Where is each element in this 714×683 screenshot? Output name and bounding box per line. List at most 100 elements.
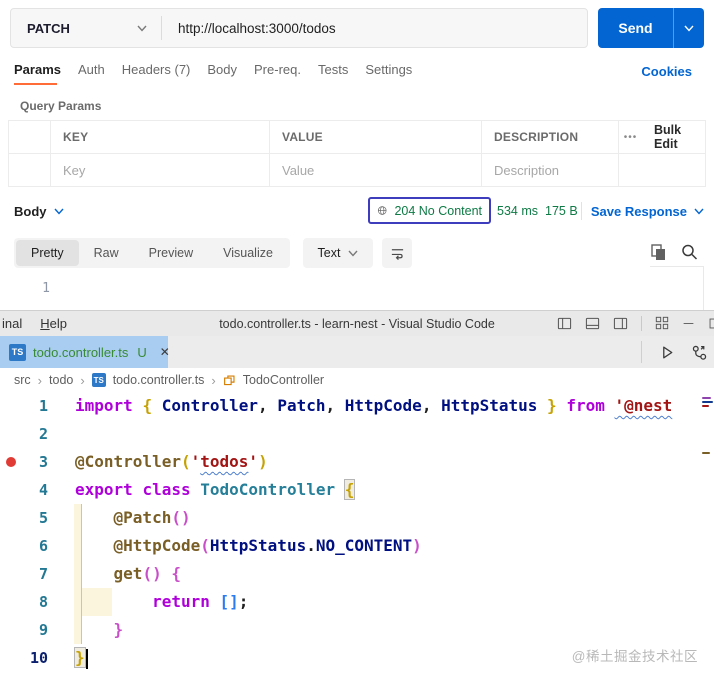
tab-pre-request[interactable]: Pre-req. — [254, 62, 301, 85]
line-number[interactable]: 10 — [0, 644, 50, 672]
cookies-link[interactable]: Cookies — [641, 64, 692, 79]
view-preview[interactable]: Preview — [134, 240, 208, 266]
code-line[interactable]: @Controller('todos') — [75, 448, 700, 476]
code-token: , — [421, 396, 442, 415]
tab-tests[interactable]: Tests — [318, 62, 348, 85]
customize-layout-icon[interactable] — [655, 316, 669, 330]
tab-settings[interactable]: Settings — [365, 62, 412, 85]
send-options-button[interactable] — [673, 8, 704, 48]
editor-actions — [641, 336, 708, 368]
save-response-button[interactable]: Save Response — [591, 204, 704, 219]
scrollbar[interactable] — [703, 266, 704, 310]
breadcrumb-todo[interactable]: todo — [49, 373, 73, 387]
code-content[interactable]: import { Controller, Patch, HttpCode, Ht… — [75, 392, 700, 672]
breadcrumb: src › todo › TS todo.controller.ts › Tod… — [0, 368, 714, 392]
menu-help[interactable]: Help — [40, 316, 67, 331]
run-icon[interactable] — [659, 344, 676, 361]
line-number[interactable]: 8 — [0, 588, 50, 616]
code-token: } — [75, 648, 85, 667]
view-pretty[interactable]: Pretty — [16, 240, 79, 266]
line-number[interactable]: 1 — [0, 392, 50, 420]
code-line[interactable]: @HttpCode(HttpStatus.NO_CONTENT) — [75, 532, 700, 560]
minimap[interactable] — [700, 392, 714, 683]
breadcrumb-file[interactable]: todo.controller.ts — [113, 373, 205, 387]
query-params-table: KEY VALUE DESCRIPTION ••• Bulk Edit Key … — [8, 120, 706, 187]
description-input[interactable]: Description — [481, 154, 618, 186]
code-line[interactable]: return []; — [75, 588, 700, 616]
response-body-select[interactable]: Body — [14, 204, 64, 219]
toggle-sidebar-icon[interactable] — [557, 316, 572, 331]
typescript-file-icon: TS — [9, 343, 26, 361]
line-number[interactable]: 6 — [0, 532, 50, 560]
typescript-file-icon: TS — [91, 373, 106, 387]
breadcrumb-class[interactable]: TodoController — [243, 373, 324, 387]
toggle-secondary-sidebar-icon[interactable] — [613, 316, 628, 331]
code-token: Controller — [161, 396, 259, 415]
window-controls — [557, 310, 714, 336]
code-token: ' — [190, 452, 201, 471]
key-input[interactable]: Key — [50, 154, 269, 186]
editor-gutter[interactable]: 1 2 3 4 5 6 7 8 9 10 — [0, 392, 50, 672]
code-line[interactable]: @Patch() — [75, 504, 700, 532]
line-number[interactable]: 5 — [0, 504, 50, 532]
send-button[interactable]: Send — [598, 8, 673, 48]
code-editor[interactable]: 1 2 3 4 5 6 7 8 9 10 import { Controller, Patch, … — [0, 392, 714, 683]
bulk-edit-button[interactable]: Bulk Edit — [642, 121, 705, 153]
value-input[interactable]: Value — [269, 154, 481, 186]
search-button[interactable] — [681, 243, 698, 266]
breadcrumb-src[interactable]: src — [14, 373, 31, 387]
more-options-icon[interactable]: ••• — [618, 121, 642, 153]
row-select[interactable] — [9, 154, 50, 186]
code-token: NO_CONTENT — [315, 536, 413, 555]
code-token: [] — [219, 592, 239, 611]
code-token: from — [566, 396, 605, 415]
run-and-debug-icon[interactable] — [691, 344, 708, 361]
editor-tab-todo-controller[interactable]: TS todo.controller.ts U ✕ — [0, 336, 170, 368]
breakpoint-icon[interactable] — [6, 457, 16, 467]
code-line[interactable] — [75, 420, 700, 448]
line-number[interactable]: 3 — [0, 448, 50, 476]
tab-body[interactable]: Body — [207, 62, 237, 85]
tab-headers[interactable]: Headers (7) — [122, 62, 191, 85]
tab-params[interactable]: Params — [14, 62, 61, 85]
globe-icon — [377, 206, 387, 215]
code-line[interactable]: export class TodoController { — [75, 476, 700, 504]
tab-auth[interactable]: Auth — [78, 62, 105, 85]
maximize-icon[interactable] — [708, 317, 714, 330]
column-key: KEY — [50, 121, 269, 153]
line-number[interactable]: 7 — [0, 560, 50, 588]
divider — [641, 315, 642, 331]
wrap-lines-button[interactable] — [382, 238, 412, 268]
code-token: } — [547, 396, 557, 415]
divider — [650, 266, 703, 267]
response-line-number: 1 — [42, 281, 50, 296]
line-number[interactable]: 4 — [0, 476, 50, 504]
code-token: @Patch — [113, 508, 172, 527]
menu-terminal-partial[interactable]: inal — [2, 316, 22, 331]
toggle-panel-icon[interactable] — [585, 316, 600, 331]
minimize-icon[interactable] — [682, 317, 695, 330]
method-select[interactable]: PATCH — [11, 21, 161, 36]
close-icon[interactable]: ✕ — [160, 345, 170, 359]
divider — [641, 341, 642, 363]
view-visualize[interactable]: Visualize — [208, 240, 288, 266]
view-raw[interactable]: Raw — [79, 240, 134, 266]
code-line[interactable]: import { Controller, Patch, HttpCode, Ht… — [75, 392, 700, 420]
format-select[interactable]: Text — [303, 238, 373, 268]
line-number[interactable]: 9 — [0, 616, 50, 644]
copy-button[interactable] — [650, 243, 667, 266]
status-badge: 204 No Content — [394, 203, 482, 218]
url-input[interactable]: http://localhost:3000/todos — [162, 21, 336, 36]
code-line[interactable]: get() { — [75, 560, 700, 588]
code-token: Patch — [277, 396, 326, 415]
code-token: get — [113, 564, 143, 583]
query-params-title: Query Params — [20, 99, 102, 113]
line-number[interactable]: 2 — [0, 420, 50, 448]
chevron-down-icon — [348, 250, 358, 257]
response-status-box: 204 No Content — [368, 197, 491, 224]
code-line[interactable]: } — [75, 616, 700, 644]
